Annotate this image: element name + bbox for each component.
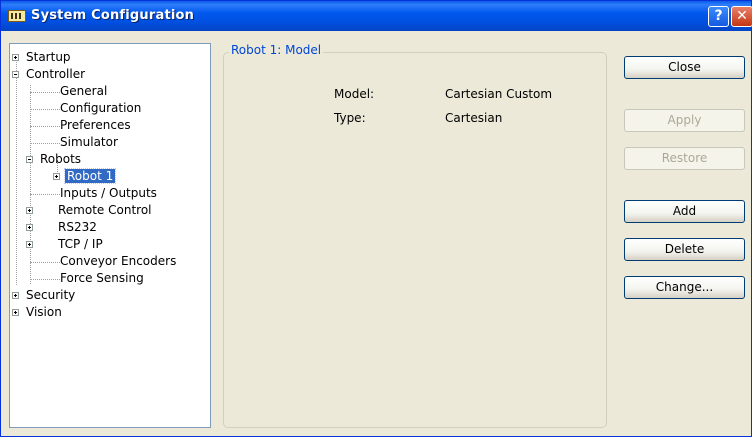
window-title: System Configuration [31, 8, 195, 23]
tree-item-conveyor-encoders[interactable]: Conveyor Encoders [58, 253, 178, 270]
collapse-minus-icon[interactable] [26, 156, 33, 163]
model-label: Model: [334, 87, 375, 101]
system-configuration-window: System Configuration ? ✕ Startup Control… [0, 0, 752, 437]
tree-item-preferences[interactable]: Preferences [58, 117, 133, 134]
expand-plus-icon[interactable] [12, 292, 19, 299]
model-value: Cartesian Custom [445, 87, 553, 101]
collapse-minus-icon[interactable] [12, 71, 19, 78]
tree-item-rs232[interactable]: RS232 [26, 219, 99, 236]
tree-item-security[interactable]: Security [12, 287, 77, 304]
expand-plus-icon[interactable] [12, 54, 19, 61]
tree-item-remote-control[interactable]: Remote Control [26, 202, 154, 219]
tree-line [30, 279, 60, 280]
apply-button[interactable]: Apply [624, 109, 745, 132]
tree-item-controller[interactable]: Controller [12, 66, 87, 83]
tree-item-vision[interactable]: Vision [12, 304, 64, 321]
close-window-button[interactable]: ✕ [731, 6, 752, 27]
expand-plus-icon[interactable] [12, 309, 19, 316]
tree-item-force-sensing[interactable]: Force Sensing [58, 270, 146, 287]
tree-item-robots[interactable]: Robots [26, 151, 83, 168]
help-button[interactable]: ? [708, 6, 729, 27]
tree-line [30, 143, 60, 144]
expand-plus-icon[interactable] [53, 173, 60, 180]
tree-item-startup[interactable]: Startup [12, 49, 73, 66]
expand-plus-icon[interactable] [26, 241, 33, 248]
tree-line [16, 57, 17, 285]
tree-item-configuration[interactable]: Configuration [58, 100, 143, 117]
tree-item-robot-1[interactable]: Robot 1 [53, 168, 117, 185]
app-icon [8, 10, 26, 22]
tree-item-inputs-outputs[interactable]: Inputs / Outputs [58, 185, 159, 202]
tree-line [30, 85, 31, 284]
tree-line [30, 109, 60, 110]
tree-item-general[interactable]: General [58, 83, 109, 100]
delete-button[interactable]: Delete [624, 238, 745, 261]
tree-line [30, 194, 60, 195]
expand-plus-icon[interactable] [26, 224, 33, 231]
type-label: Type: [334, 111, 366, 125]
restore-button[interactable]: Restore [624, 147, 745, 170]
title-bar[interactable]: System Configuration ? ✕ [1, 1, 752, 31]
tree-item-tcp-ip[interactable]: TCP / IP [26, 236, 105, 253]
expand-plus-icon[interactable] [26, 207, 33, 214]
configuration-tree[interactable]: Startup Controller General Configuration… [9, 43, 211, 428]
robot-model-group [223, 52, 607, 428]
tree-item-simulator[interactable]: Simulator [58, 134, 120, 151]
tree-line [30, 92, 60, 93]
tree-line [30, 126, 60, 127]
change-button[interactable]: Change... [624, 276, 745, 299]
type-value: Cartesian [445, 111, 503, 125]
tree-line [30, 262, 60, 263]
add-button[interactable]: Add [624, 200, 745, 223]
group-title: Robot 1: Model [229, 43, 324, 57]
close-button[interactable]: Close [624, 56, 745, 79]
